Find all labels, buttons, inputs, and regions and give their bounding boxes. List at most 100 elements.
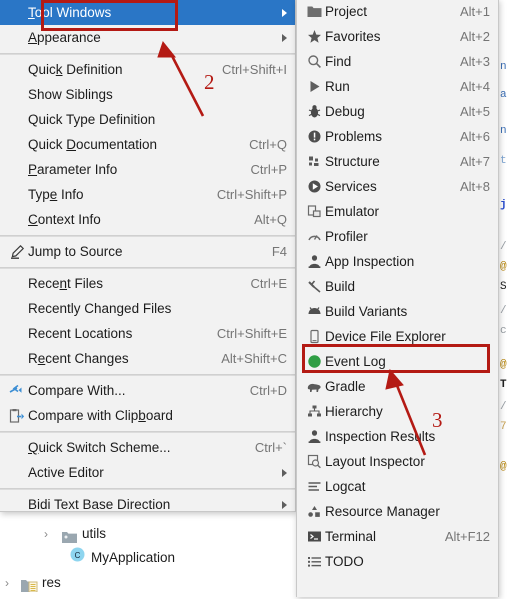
menu-item-accelerator: Ctrl+Shift+E: [216, 326, 287, 341]
submenu-item-build-variants[interactable]: Build Variants: [297, 299, 498, 324]
submenu-item-label: Favorites: [325, 29, 381, 44]
submenu-item-emulator[interactable]: Emulator: [297, 199, 498, 224]
logcat-icon: [303, 479, 325, 495]
menu-item-active-editor[interactable]: Active Editor: [0, 460, 295, 485]
submenu-item-logcat[interactable]: Logcat: [297, 474, 498, 499]
menu-item-label: Quick Type Definition: [28, 112, 156, 127]
submenu-item-label: Services: [325, 179, 377, 194]
menu-item-quick-documentation[interactable]: Quick Documentation Ctrl+Q: [0, 132, 295, 157]
menu-item-recent-locations[interactable]: Recent Locations Ctrl+Shift+E: [0, 321, 295, 346]
menu-item-label: Active Editor: [28, 465, 104, 480]
menu-separator: [0, 431, 295, 433]
phone-icon: [303, 329, 325, 345]
menu-item-compare-with-clipboard[interactable]: Compare with Clipboard: [0, 403, 295, 428]
menu-item-accelerator: Ctrl+`: [254, 440, 287, 455]
tree-row[interactable]: › utils: [44, 523, 106, 545]
menu-item-context-info[interactable]: Context Info Alt+Q: [0, 207, 295, 232]
submenu-item-label: Project: [325, 4, 368, 19]
submenu-item-accelerator: Alt+7: [460, 154, 490, 169]
menu-item-appearance[interactable]: Appearance: [0, 25, 295, 50]
inspection-icon: [303, 429, 325, 445]
submenu-item-terminal[interactable]: Terminal Alt+F12: [297, 524, 498, 549]
submenu-item-label: Emulator: [325, 204, 380, 219]
menu-item-accelerator: Alt+Q: [254, 212, 287, 227]
view-menu-popup[interactable]: Tool Windows Appearance Quick Definition…: [0, 0, 296, 512]
submenu-item-favorites[interactable]: Favorites Alt+2: [297, 24, 498, 49]
menu-item-quick-type-definition[interactable]: Quick Type Definition: [0, 107, 295, 132]
submenu-item-structure[interactable]: Structure Alt+7: [297, 149, 498, 174]
menu-item-recent-files[interactable]: Recent Files Ctrl+E: [0, 271, 295, 296]
submenu-item-hierarchy[interactable]: Hierarchy: [297, 399, 498, 424]
menu-item-label: Appearance: [28, 30, 101, 45]
menu-item-parameter-info[interactable]: Parameter Info Ctrl+P: [0, 157, 295, 182]
class-icon: C: [70, 547, 85, 569]
submenu-arrow-icon: [282, 468, 287, 477]
submenu-item-device-file-explorer[interactable]: Device File Explorer: [297, 324, 498, 349]
green-circle-icon: [303, 354, 325, 370]
hierarchy-icon: [303, 404, 325, 420]
menu-icon-placeholder: [6, 440, 28, 456]
services-icon: [303, 179, 325, 195]
menu-item-label: Show Siblings: [28, 87, 113, 102]
resource-manager-icon: [303, 504, 325, 520]
menu-icon-placeholder: [6, 112, 28, 128]
submenu-item-label: App Inspection: [325, 254, 415, 269]
pencil-icon: [6, 244, 28, 260]
submenu-item-problems[interactable]: Problems Alt+6: [297, 124, 498, 149]
menu-item-label: Tool Windows: [28, 5, 112, 20]
submenu-item-find[interactable]: Find Alt+3: [297, 49, 498, 74]
menu-item-jump-to-source[interactable]: Jump to Source F4: [0, 239, 295, 264]
submenu-item-label: Profiler: [325, 229, 368, 244]
submenu-item-label: Resource Manager: [325, 504, 440, 519]
menu-item-recently-changed-files[interactable]: Recently Changed Files: [0, 296, 295, 321]
submenu-item-label: Layout Inspector: [325, 454, 425, 469]
menu-item-label: Jump to Source: [28, 244, 123, 259]
menu-item-accelerator: Alt+Shift+C: [221, 351, 287, 366]
android-icon: [303, 304, 325, 320]
submenu-item-debug[interactable]: Debug Alt+5: [297, 99, 498, 124]
expander-icon[interactable]: ›: [5, 572, 9, 594]
submenu-item-build[interactable]: Build: [297, 274, 498, 299]
menu-separator: [0, 53, 295, 55]
submenu-item-label: Gradle: [325, 379, 366, 394]
submenu-item-event-log[interactable]: Event Log: [297, 349, 498, 374]
submenu-item-profiler[interactable]: Profiler: [297, 224, 498, 249]
menu-item-show-siblings[interactable]: Show Siblings: [0, 82, 295, 107]
submenu-item-resource-manager[interactable]: Resource Manager: [297, 499, 498, 524]
submenu-item-inspection-results[interactable]: Inspection Results: [297, 424, 498, 449]
submenu-item-todo[interactable]: TODO: [297, 549, 498, 574]
menu-item-tool-windows[interactable]: Tool Windows: [0, 0, 295, 25]
elephant-icon: [303, 379, 325, 395]
tool-windows-submenu-popup[interactable]: Project Alt+1 Favorites Alt+2 Find Alt+3…: [296, 0, 499, 597]
submenu-item-label: Build: [325, 279, 356, 294]
menu-icon-placeholder: [6, 5, 28, 21]
submenu-item-services[interactable]: Services Alt+8: [297, 174, 498, 199]
submenu-item-gradle[interactable]: Gradle: [297, 374, 498, 399]
submenu-item-project[interactable]: Project Alt+1: [297, 0, 498, 24]
submenu-item-app-inspection[interactable]: App Inspection: [297, 249, 498, 274]
menu-separator: [0, 488, 295, 490]
menu-item-type-info[interactable]: Type Info Ctrl+Shift+P: [0, 182, 295, 207]
submenu-item-label: Inspection Results: [325, 429, 436, 444]
menu-item-label: Bidi Text Base Direction: [28, 497, 171, 512]
menu-item-quick-definition[interactable]: Quick Definition Ctrl+Shift+I: [0, 57, 295, 82]
menu-item-compare-with[interactable]: Compare With... Ctrl+D: [0, 378, 295, 403]
expander-icon[interactable]: ›: [44, 523, 48, 545]
gauge-icon: [303, 229, 325, 245]
submenu-item-accelerator: Alt+5: [460, 104, 490, 119]
submenu-item-layout-inspector[interactable]: Layout Inspector: [297, 449, 498, 474]
menu-item-quick-switch-scheme[interactable]: Quick Switch Scheme... Ctrl+`: [0, 435, 295, 460]
folder-icon: [62, 528, 77, 543]
menu-item-bidi-text-base-direction[interactable]: Bidi Text Base Direction: [0, 492, 295, 517]
menu-item-recent-changes[interactable]: Recent Changes Alt+Shift+C: [0, 346, 295, 371]
svg-text:C: C: [75, 551, 81, 560]
menu-item-label: Context Info: [28, 212, 101, 227]
tree-row[interactable]: C MyApplication: [70, 547, 175, 569]
menu-item-label: Parameter Info: [28, 162, 118, 177]
tree-row[interactable]: › res: [5, 572, 61, 594]
res-folder-icon: [21, 577, 38, 592]
submenu-item-accelerator: Alt+1: [460, 4, 490, 19]
submenu-item-run[interactable]: Run Alt+4: [297, 74, 498, 99]
menu-icon-placeholder: [6, 87, 28, 103]
submenu-item-accelerator: Alt+F12: [444, 529, 490, 544]
